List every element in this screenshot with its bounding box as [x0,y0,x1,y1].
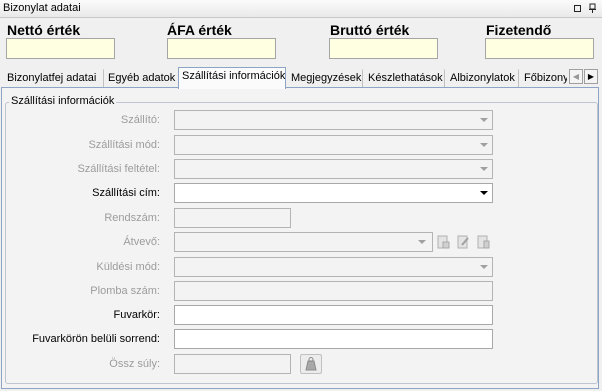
atvevo-label: Átvevő: [123,236,160,248]
ossz-suly-label: Össz súly: [109,358,160,370]
atvevo-row [174,232,493,252]
chevron-down-icon[interactable] [480,191,488,195]
chevron-down-icon [480,118,488,122]
tab-strip: Bizonylatfej adatai Egyéb adatok Szállít… [0,66,602,89]
panel-title: Bizonylat adatai [3,2,81,14]
tab-bizonylatfej-adatai[interactable]: Bizonylatfej adatai [3,69,104,88]
kuldesi-mod-combo [174,257,493,277]
szallito-combo [174,110,493,130]
szallitasi-feltetel-combo [174,159,493,179]
view-receiver-icon [476,235,490,249]
szallitasi-feltetel-label: Szállítási feltétel: [77,163,160,175]
fuvarkor-sorrend-field[interactable] [174,329,493,349]
plomba-szam-field [174,281,493,301]
rendszam-field [174,208,291,228]
kuldesi-mod-label: Küldési mód: [96,261,160,273]
tab-egyeb-adatok[interactable]: Egyéb adatok [104,69,178,88]
fuvarkor-sorrend-label: Fuvarkörön belüli sorrend: [32,333,160,345]
szallitasi-mod-combo [174,135,493,155]
plomba-szam-label: Plomba szám: [90,285,160,297]
panel-title-bar: Bizonylat adatai [0,0,602,18]
chevron-down-icon [480,143,488,147]
ossz-suly-field [174,354,291,374]
totals-row: Nettó érték ÁFA érték Bruttó érték Fizet… [0,18,602,66]
szallito-label: Szállító: [120,114,160,126]
section-title: Szállítási információk [9,95,117,107]
szallitasi-mod-label: Szállítási mód: [88,139,160,151]
pin-icon[interactable] [587,3,598,14]
gross-value-label: Bruttó érték [330,22,410,38]
gross-value-field [329,38,438,59]
szallitasi-cim-label: Szállítási cím: [92,187,160,199]
payable-label: Fizetendő [486,22,552,38]
weight-icon [305,357,317,371]
tab-szallitasi-informaciok[interactable]: Szállítási információk [178,67,286,89]
tab-albizonylatok[interactable]: Albizonylatok [446,69,519,88]
tab-megjegyzesek[interactable]: Megjegyzések [287,69,363,88]
net-value-label: Nettó érték [7,22,81,38]
tab-keszlethatasok[interactable]: Készlethatások [364,69,445,88]
fuvarkor-label: Fuvarkör: [113,309,160,321]
szallitasi-cim-combo[interactable] [174,183,493,203]
chevron-down-icon [418,240,426,244]
fuvarkor-field[interactable] [174,305,493,325]
rendszam-label: Rendszám: [104,212,160,224]
net-value-field [6,38,115,59]
tab-scroll-right-icon[interactable]: ▶ [584,69,598,84]
vat-value-label: ÁFA érték [167,22,232,38]
vat-value-field [167,38,276,59]
weight-calc-button [300,354,322,374]
restore-icon[interactable] [572,3,583,14]
payable-field [485,38,594,59]
tab-scroll-left-icon[interactable]: ◀ [569,69,583,84]
add-receiver-icon [436,235,450,249]
tab-content-panel: Szállítási információk Szállító: Szállít… [1,87,599,389]
tab-fobizonylatok[interactable]: Főbizonylatok [520,69,568,88]
chevron-down-icon [480,265,488,269]
edit-receiver-icon [456,235,470,249]
atvevo-combo [174,232,433,252]
chevron-down-icon [480,167,488,171]
